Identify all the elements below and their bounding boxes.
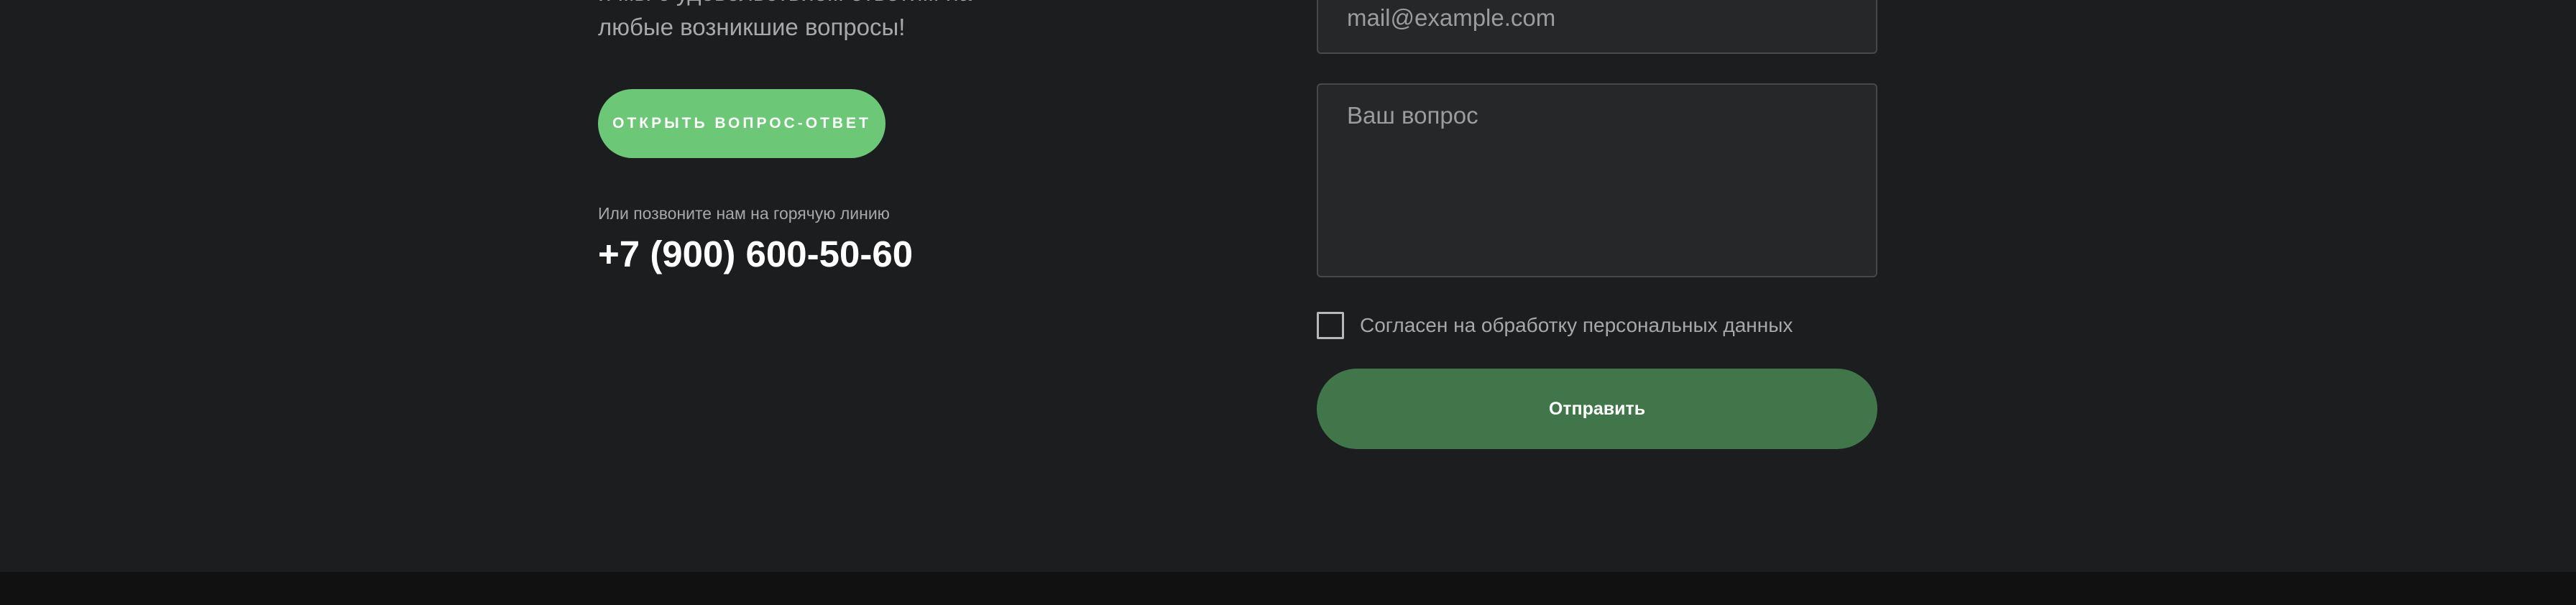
question-textarea[interactable]: Ваш вопрос	[1317, 83, 1877, 277]
hotline-phone-link[interactable]: +7 (900) 600-50-60	[598, 233, 913, 275]
intro-partial-text: и мы с удовольствием ответим на	[598, 0, 972, 10]
page: и мы с удовольствием ответим на любые во…	[0, 0, 2576, 605]
intro-line: любые возникшие вопросы!	[598, 14, 906, 40]
consent-checkbox[interactable]	[1317, 312, 1344, 339]
email-field[interactable]: mail@example.com	[1317, 0, 1877, 54]
open-faq-button[interactable]: Открыть вопрос-ответ	[598, 89, 886, 158]
hotline-label: Или позвоните нам на горячую линию	[598, 204, 890, 223]
consent-label[interactable]: Согласен на обработку персональных данны…	[1360, 314, 1793, 337]
intro-partial-line: и мы с удовольствием ответим на	[598, 0, 1116, 10]
footer	[0, 572, 2576, 605]
submit-button[interactable]: Отправить	[1317, 369, 1877, 449]
contact-intro-text: и мы с удовольствием ответим на любые во…	[598, 0, 1116, 45]
consent-row[interactable]: Согласен на обработку персональных данны…	[1317, 310, 1793, 341]
contact-section: и мы с удовольствием ответим на любые во…	[0, 0, 2576, 572]
